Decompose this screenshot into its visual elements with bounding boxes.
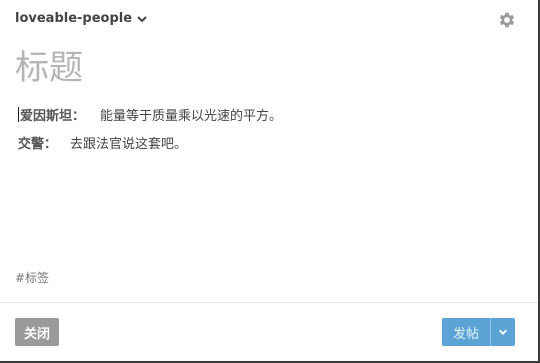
dialogue-line: 爱因斯坦： 能量等于质量乘以光速的平方。 [18,105,282,135]
speaker-label: 交警： [18,137,58,152]
chevron-down-icon [137,15,147,22]
close-button[interactable]: 关闭 [15,318,59,346]
post-button[interactable]: 发帖 [442,318,490,346]
title-input[interactable]: 标题 [15,40,83,89]
dialogue-text: 去跟法官说这套吧。 [70,137,188,152]
gear-icon[interactable] [497,10,517,30]
footer-divider [0,302,538,303]
dialogue-line: 交警： 去跟法官说这套吧。 [18,135,282,165]
dialogue-text: 能量等于质量乘以光速的平方。 [100,109,283,124]
post-editor: loveable-people 标题 爱因斯坦： 能量等于质量乘以光速的平方。 … [0,0,540,363]
tags-input[interactable]: #标签 [15,269,49,286]
speaker-label: 爱因斯坦： [18,107,86,124]
blog-name: loveable-people [15,11,133,26]
post-button-group: 发帖 [442,318,515,346]
post-body[interactable]: 爱因斯坦： 能量等于质量乘以光速的平方。 交警： 去跟法官说这套吧。 [18,105,282,165]
chevron-down-icon [499,329,507,335]
post-options-dropdown[interactable] [491,318,515,346]
blog-selector[interactable]: loveable-people [15,11,148,26]
text-cursor [18,107,19,122]
